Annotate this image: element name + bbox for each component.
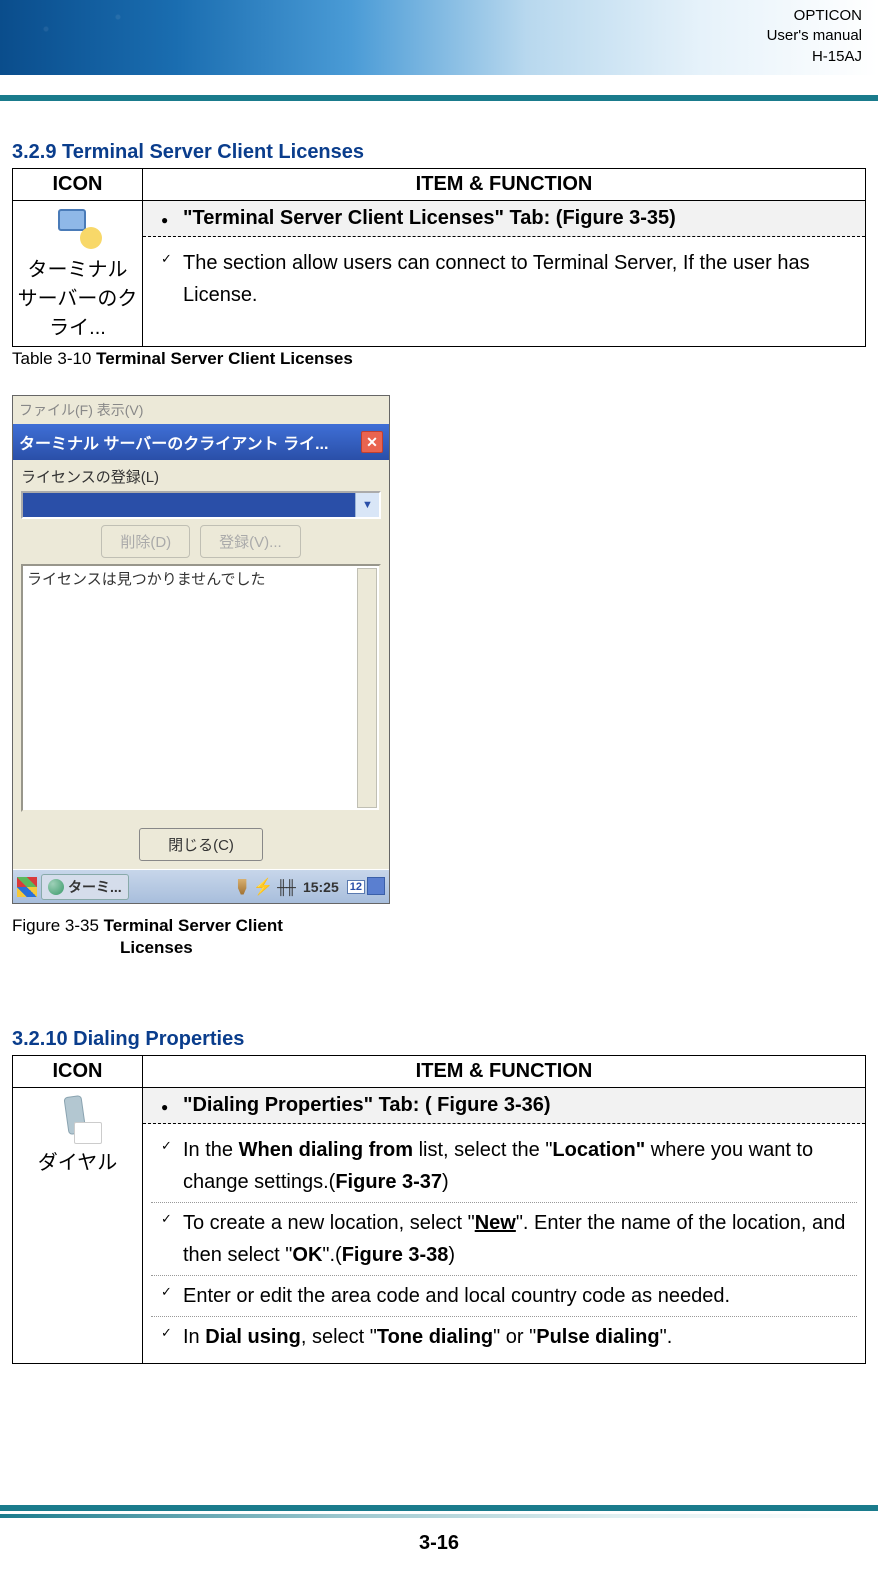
terminal-server-icon — [52, 207, 104, 251]
show-desktop-icon[interactable] — [369, 879, 385, 895]
footer-band — [0, 1505, 878, 1521]
taskbar: ターミ... ⚡ ╫╫ 15:25 12 — [13, 869, 389, 903]
header-line2: User's manual — [767, 26, 862, 46]
func-cell: "Dialing Properties" Tab: ( Figure 3-36)… — [143, 1088, 866, 1364]
figure-caption-335-l2: Licenses — [12, 938, 390, 958]
header-band: OPTICON User's manual H-15AJ — [0, 0, 878, 75]
func-item: To create a new location, select "New". … — [151, 1202, 857, 1275]
register-button[interactable]: 登録(V)... — [200, 525, 301, 558]
func-item: Enter or edit the area code and local co… — [151, 1275, 857, 1316]
list-text: ライセンスは見つかりませんでした — [27, 571, 266, 588]
func-cell: "Terminal Server Client Licenses" Tab: (… — [143, 201, 866, 347]
icon-label: ターミナル サーバーのクライ... — [17, 253, 138, 340]
caption-prefix: Figure 3-35 — [12, 916, 104, 935]
icon-cell: ダイヤル — [13, 1088, 143, 1364]
start-icon[interactable] — [17, 877, 37, 897]
close-icon[interactable]: ✕ — [361, 431, 383, 453]
caption-prefix: Table 3-10 — [12, 349, 96, 368]
header-text: OPTICON User's manual H-15AJ — [767, 6, 862, 67]
page-number: 3-16 — [0, 1532, 878, 1555]
bolt-icon: ⚡ — [253, 877, 273, 897]
chevron-down-icon[interactable]: ▼ — [355, 493, 379, 517]
func-item: In Dial using, select "Tone dialing" or … — [151, 1316, 857, 1357]
caption-bold-l2: Licenses — [120, 938, 193, 957]
menubar: ファイル(F) 表示(V) — [13, 396, 389, 424]
th-icon: ICON — [13, 1056, 143, 1088]
power-icon[interactable] — [235, 879, 249, 895]
th-item: ITEM & FUNCTION — [143, 169, 866, 201]
dialing-icon — [52, 1094, 104, 1144]
clock: 15:25 — [299, 879, 343, 895]
license-reg-label: ライセンスの登録(L) — [21, 466, 381, 487]
tab-title: "Terminal Server Client Licenses" Tab: (… — [143, 201, 865, 237]
table-terminal-licenses: ICON ITEM & FUNCTION ターミナル サーバーのクライ... "… — [12, 168, 866, 347]
license-combo[interactable]: ▼ — [21, 491, 381, 519]
figure-caption-335: Figure 3-35 Terminal Server Client — [12, 916, 390, 936]
titlebar-text: ターミナル サーバーのクライアント ライ... — [19, 430, 328, 454]
globe-icon — [48, 879, 64, 895]
delete-button[interactable]: 削除(D) — [101, 525, 190, 558]
tab-title: "Dialing Properties" Tab: ( Figure 3-36) — [143, 1088, 865, 1124]
section-heading-3210: 3.2.10 Dialing Properties — [12, 1028, 866, 1051]
icon-cell: ターミナル サーバーのクライ... — [13, 201, 143, 347]
header-line1: OPTICON — [767, 6, 862, 26]
task-label: ターミ... — [68, 877, 122, 897]
signal-icon: ╫╫ — [277, 879, 295, 895]
section-heading-329: 3.2.9 Terminal Server Client Licenses — [12, 141, 866, 164]
func-item: The section allow users can connect to T… — [151, 243, 857, 315]
close-button[interactable]: 閉じる(C) — [139, 828, 263, 861]
icon-label: ダイヤル — [17, 1146, 138, 1175]
table-dialing-properties: ICON ITEM & FUNCTION ダイヤル "Dialing Prope… — [12, 1055, 866, 1364]
license-listbox[interactable]: ライセンスは見つかりませんでした — [21, 564, 381, 812]
caption-bold-l1: Terminal Server Client — [104, 916, 283, 935]
titlebar: ターミナル サーバーのクライアント ライ... ✕ — [13, 424, 389, 460]
caption-bold: Terminal Server Client Licenses — [96, 349, 353, 368]
func-item: In the When dialing from list, select th… — [151, 1130, 857, 1202]
table-caption-310: Table 3-10 Terminal Server Client Licens… — [12, 349, 866, 369]
taskbar-app-button[interactable]: ターミ... — [41, 874, 129, 900]
th-icon: ICON — [13, 169, 143, 201]
figure-335-screenshot: ファイル(F) 表示(V) ターミナル サーバーのクライアント ライ... ✕ … — [12, 395, 390, 904]
header-line3: H-15AJ — [767, 47, 862, 67]
th-item: ITEM & FUNCTION — [143, 1056, 866, 1088]
ime-indicator[interactable]: 12 — [347, 880, 365, 894]
